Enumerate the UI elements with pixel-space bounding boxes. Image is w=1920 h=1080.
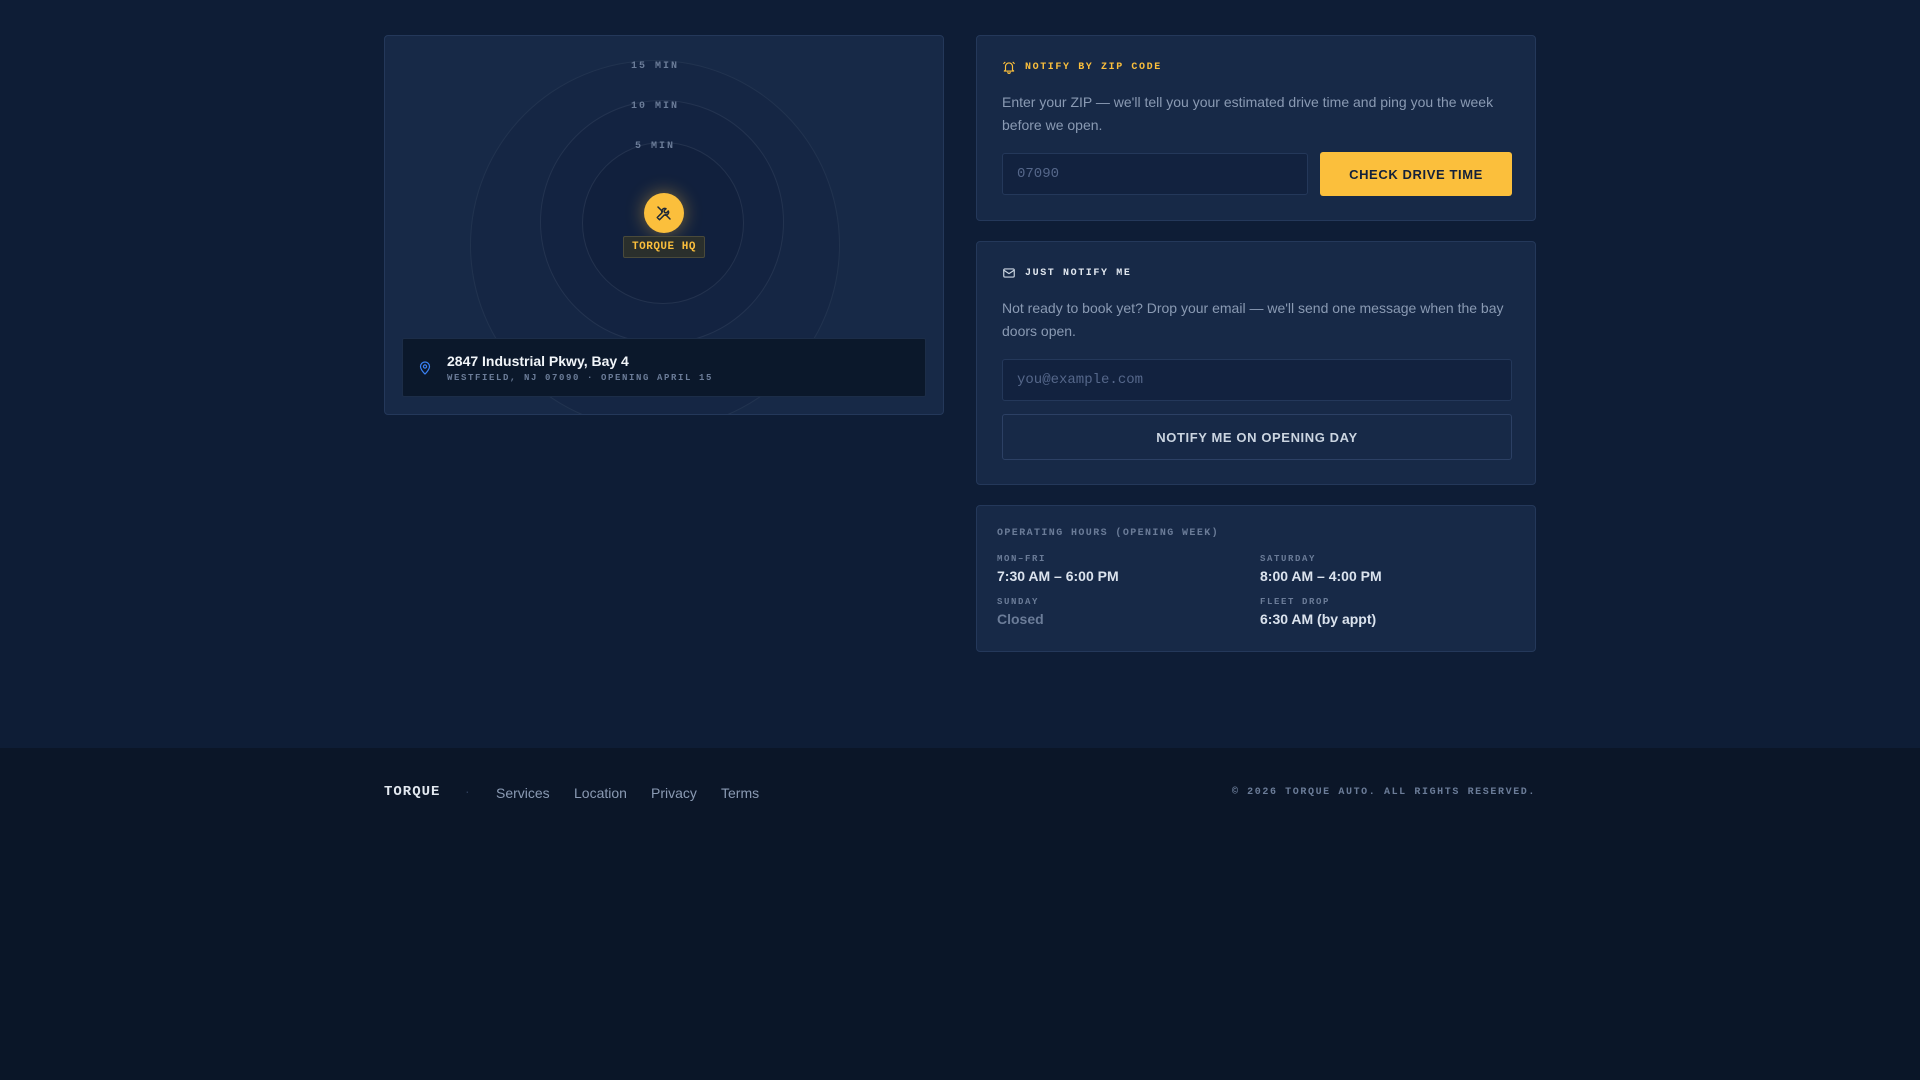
- drive-time-map: 15 MIN 10 MIN 5 MIN TORQUE HQ 2847 Indus…: [384, 35, 944, 415]
- hours-entry: MON–FRI 7:30 AM – 6:00 PM: [997, 554, 1119, 584]
- footer-separator: ·: [465, 783, 470, 799]
- hours-entry: SUNDAY Closed: [997, 597, 1044, 627]
- hours-title: OPERATING HOURS (OPENING WEEK): [997, 528, 1220, 539]
- hours-label: SUNDAY: [997, 597, 1040, 607]
- hours-label: SATURDAY: [1260, 554, 1317, 564]
- ring-label-10: 10 MIN: [630, 101, 679, 112]
- hours-value: 7:30 AM – 6:00 PM: [997, 568, 1119, 584]
- operating-hours-card: OPERATING HOURS (OPENING WEEK) MON–FRI 7…: [976, 505, 1536, 652]
- hours-label: MON–FRI: [997, 554, 1047, 564]
- footer-link-location[interactable]: Location: [574, 785, 627, 801]
- email-input[interactable]: [1002, 359, 1512, 401]
- footer-link-services[interactable]: Services: [496, 785, 550, 801]
- hq-label: TORQUE HQ: [623, 236, 705, 258]
- notify-card-heading: JUST NOTIFY ME: [1025, 268, 1132, 279]
- hours-value: Closed: [997, 611, 1044, 627]
- hours-entry: SATURDAY 8:00 AM – 4:00 PM: [1260, 554, 1382, 584]
- zip-notify-card: NOTIFY BY ZIP CODE Enter your ZIP — we'l…: [976, 35, 1536, 221]
- envelope-icon: [1002, 266, 1016, 285]
- footer-link-privacy[interactable]: Privacy: [651, 785, 697, 801]
- address-subline: WESTFIELD, NJ 07090 · OPENING APRIL 15: [447, 373, 714, 383]
- hours-entry: FLEET DROP 6:30 AM (by appt): [1260, 597, 1376, 627]
- wrench-screwdriver-icon: [655, 204, 673, 222]
- zip-card-description: Enter your ZIP — we'll tell you your est…: [1002, 94, 1494, 133]
- hq-marker: [644, 193, 684, 233]
- notify-opening-day-button[interactable]: NOTIFY ME ON OPENING DAY: [1002, 414, 1512, 460]
- ring-label-15: 15 MIN: [630, 61, 679, 72]
- notify-card-description: Not ready to book yet? Drop your email —…: [1002, 300, 1504, 339]
- footer-brand[interactable]: TORQUE: [384, 784, 440, 800]
- address-line: 2847 Industrial Pkwy, Bay 4: [447, 353, 629, 369]
- ring-label-5: 5 MIN: [634, 141, 675, 152]
- site-footer: TORQUE · Services Location Privacy Terms…: [0, 748, 1920, 840]
- email-notify-card: JUST NOTIFY ME Not ready to book yet? Dr…: [976, 241, 1536, 485]
- zip-input[interactable]: [1002, 153, 1308, 195]
- hours-value: 8:00 AM – 4:00 PM: [1260, 568, 1382, 584]
- footer-link-terms[interactable]: Terms: [721, 785, 759, 801]
- main-area: 15 MIN 10 MIN 5 MIN TORQUE HQ 2847 Indus…: [0, 0, 1920, 748]
- check-drive-time-button[interactable]: CHECK DRIVE TIME: [1320, 152, 1512, 196]
- map-pin-icon: [419, 361, 431, 380]
- hours-label: FLEET DROP: [1260, 597, 1331, 607]
- hours-value: 6:30 AM (by appt): [1260, 611, 1377, 627]
- footer-copyright: © 2026 TORQUE AUTO. ALL RIGHTS RESERVED.: [1231, 787, 1536, 798]
- bell-icon: [1002, 60, 1016, 79]
- address-bar: 2847 Industrial Pkwy, Bay 4 WESTFIELD, N…: [402, 338, 926, 397]
- zip-card-heading: NOTIFY BY ZIP CODE: [1025, 62, 1162, 73]
